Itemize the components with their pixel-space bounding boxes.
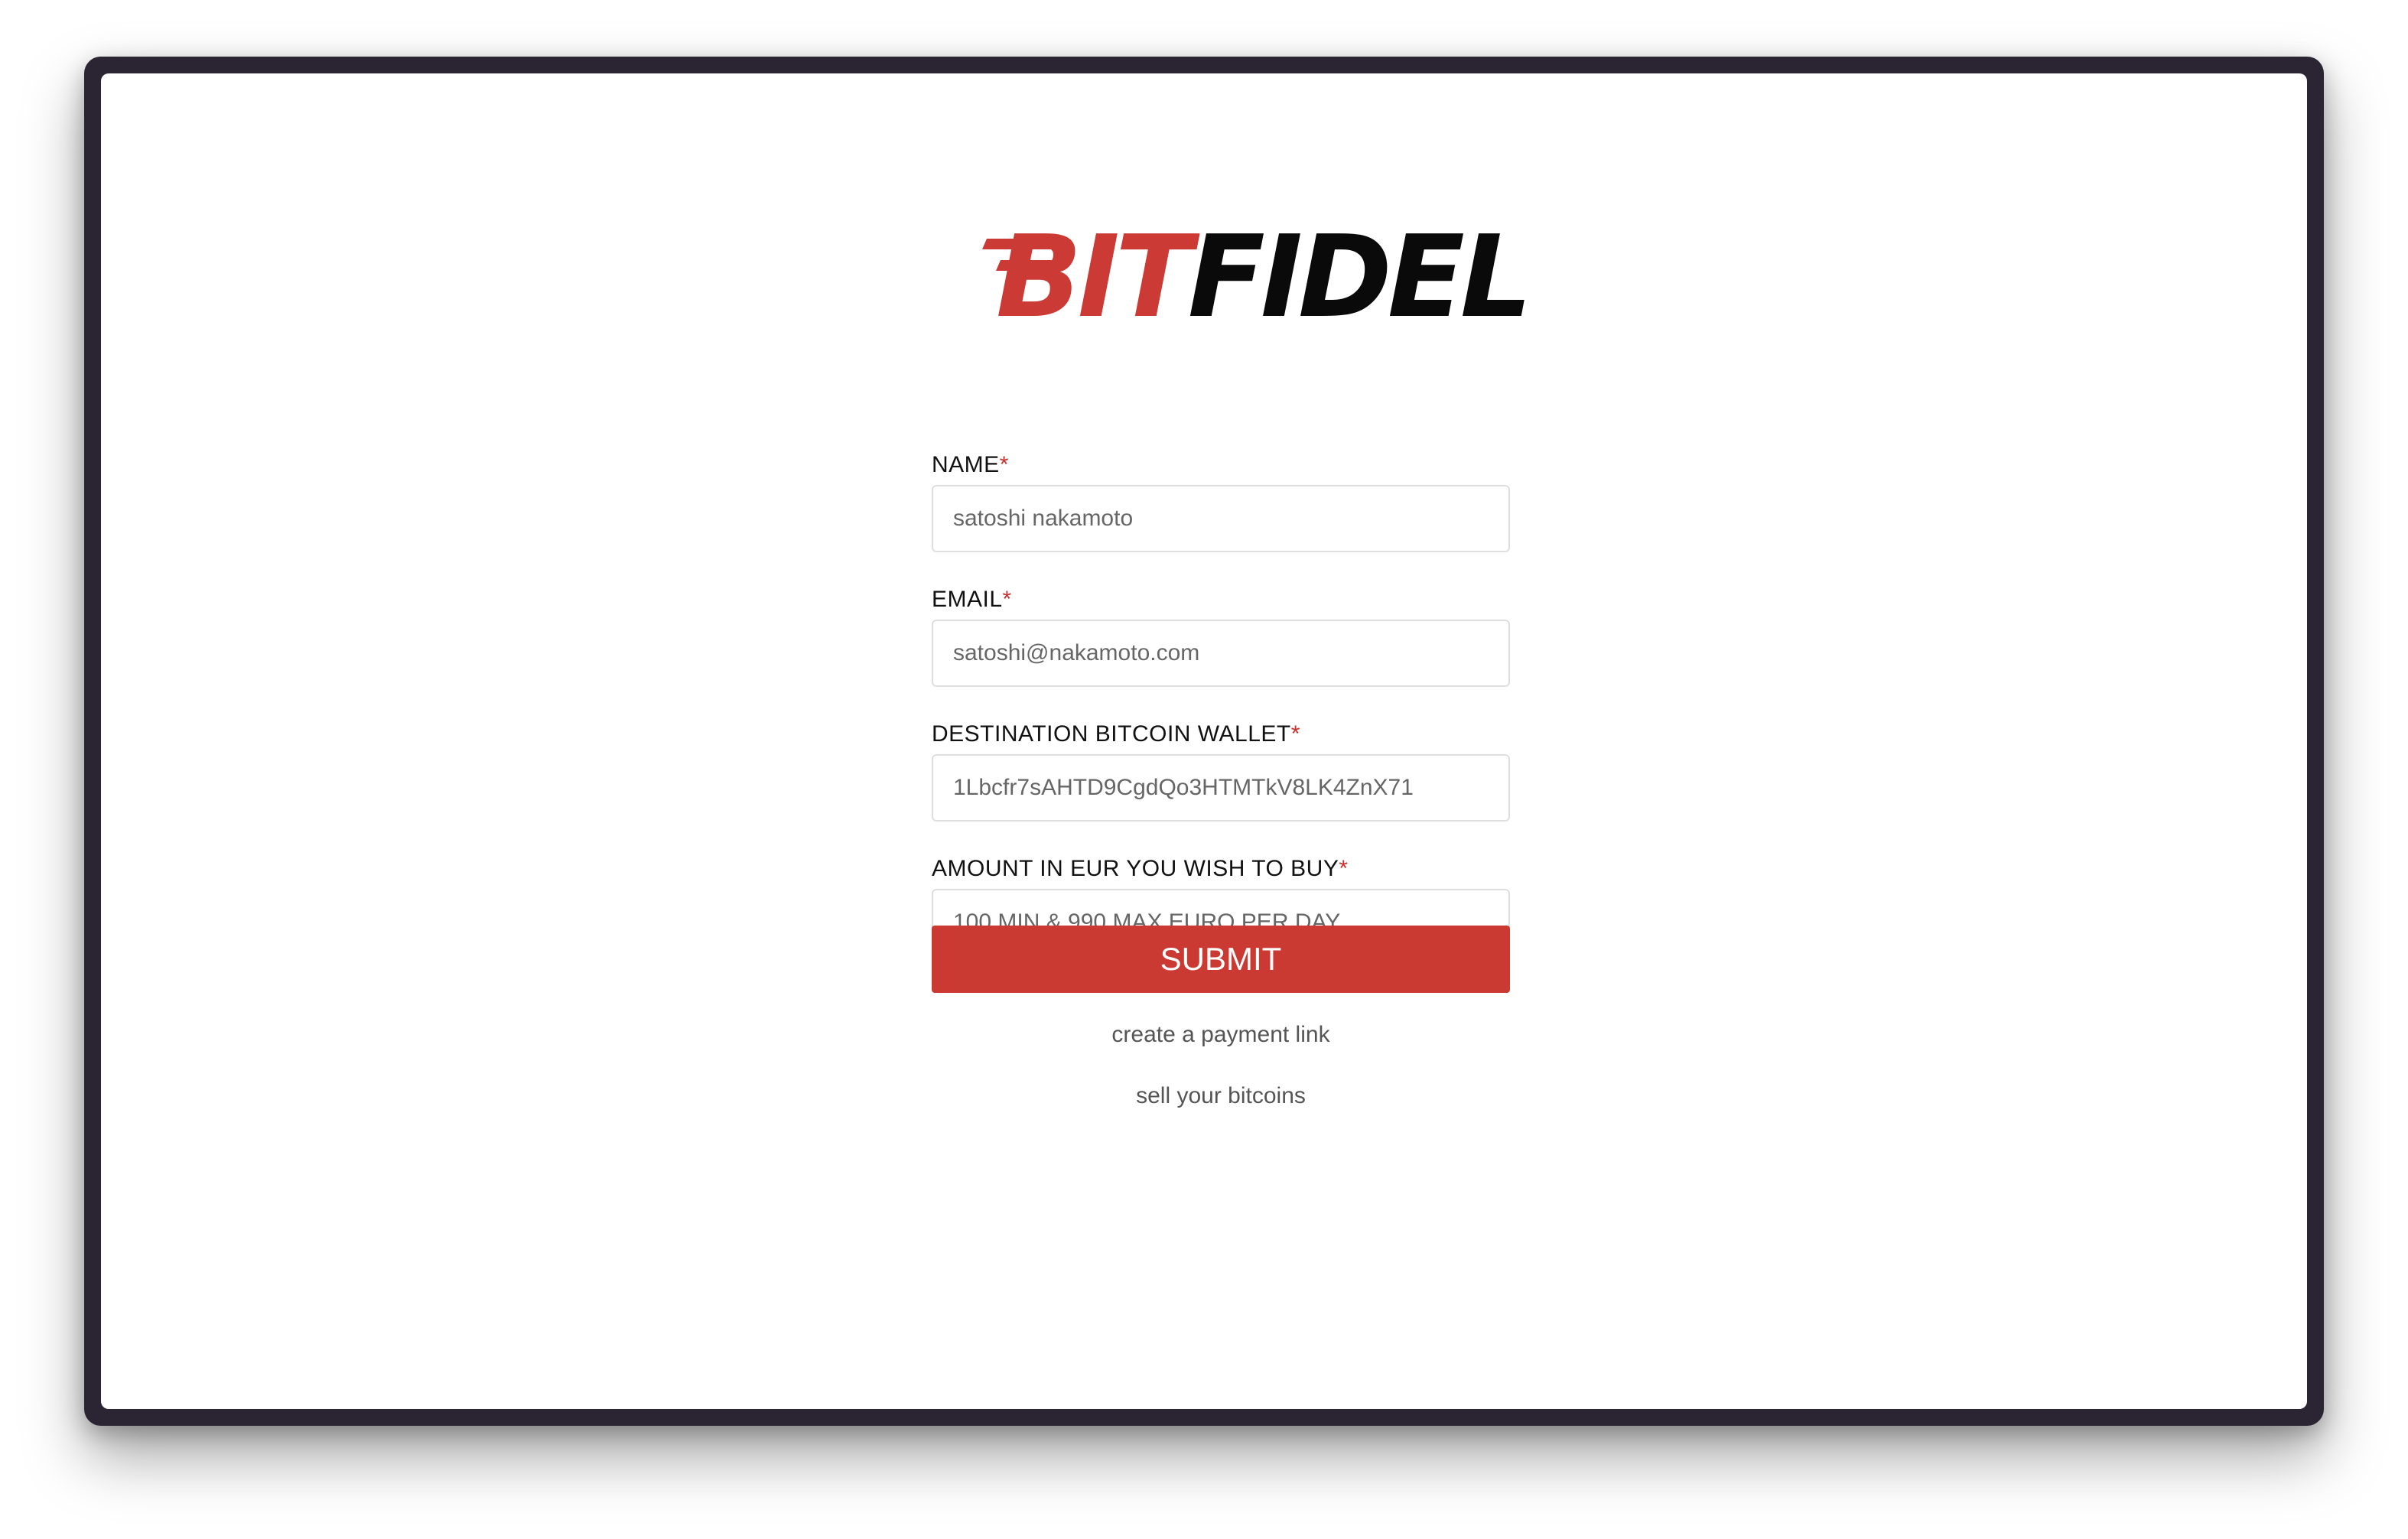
logo-wordmark: BITFIDEL (996, 220, 1532, 334)
submit-button[interactable]: SUBMIT (932, 926, 1510, 993)
required-marker: * (1339, 856, 1349, 881)
name-input[interactable] (932, 485, 1510, 552)
email-label: EMAIL* (932, 586, 1510, 613)
logo-wordmark-bit: BIT (996, 211, 1193, 343)
name-label: NAME* (932, 451, 1510, 479)
required-marker: * (1002, 587, 1012, 612)
create-payment-link[interactable]: create a payment link (932, 1022, 1510, 1048)
bitfidel-logo: BITFIDEL (981, 220, 1532, 334)
required-marker: * (999, 452, 1009, 477)
sell-bitcoins-link[interactable]: sell your bitcoins (932, 1083, 1510, 1109)
amount-label: AMOUNT IN EUR YOU WISH TO BUY* (932, 855, 1510, 883)
browser-window-frame: BITFIDEL NAME* EMAIL* DESTINATION BITCOI… (84, 57, 2324, 1426)
wallet-address-input[interactable] (932, 754, 1510, 822)
wallet-field-group: DESTINATION BITCOIN WALLET* (932, 721, 1510, 822)
wallet-label-text: DESTINATION BITCOIN WALLET (932, 721, 1291, 747)
email-field-group: EMAIL* (932, 586, 1510, 687)
wallet-label: DESTINATION BITCOIN WALLET* (932, 721, 1510, 748)
email-input[interactable] (932, 620, 1510, 687)
logo-wordmark-fidel: FIDEL (1187, 211, 1532, 343)
required-marker: * (1290, 721, 1300, 747)
name-label-text: NAME (932, 452, 1000, 477)
email-label-text: EMAIL (932, 587, 1003, 612)
page-viewport: BITFIDEL NAME* EMAIL* DESTINATION BITCOI… (101, 73, 2307, 1409)
amount-label-text: AMOUNT IN EUR YOU WISH TO BUY (932, 856, 1339, 881)
name-field-group: NAME* (932, 451, 1510, 552)
